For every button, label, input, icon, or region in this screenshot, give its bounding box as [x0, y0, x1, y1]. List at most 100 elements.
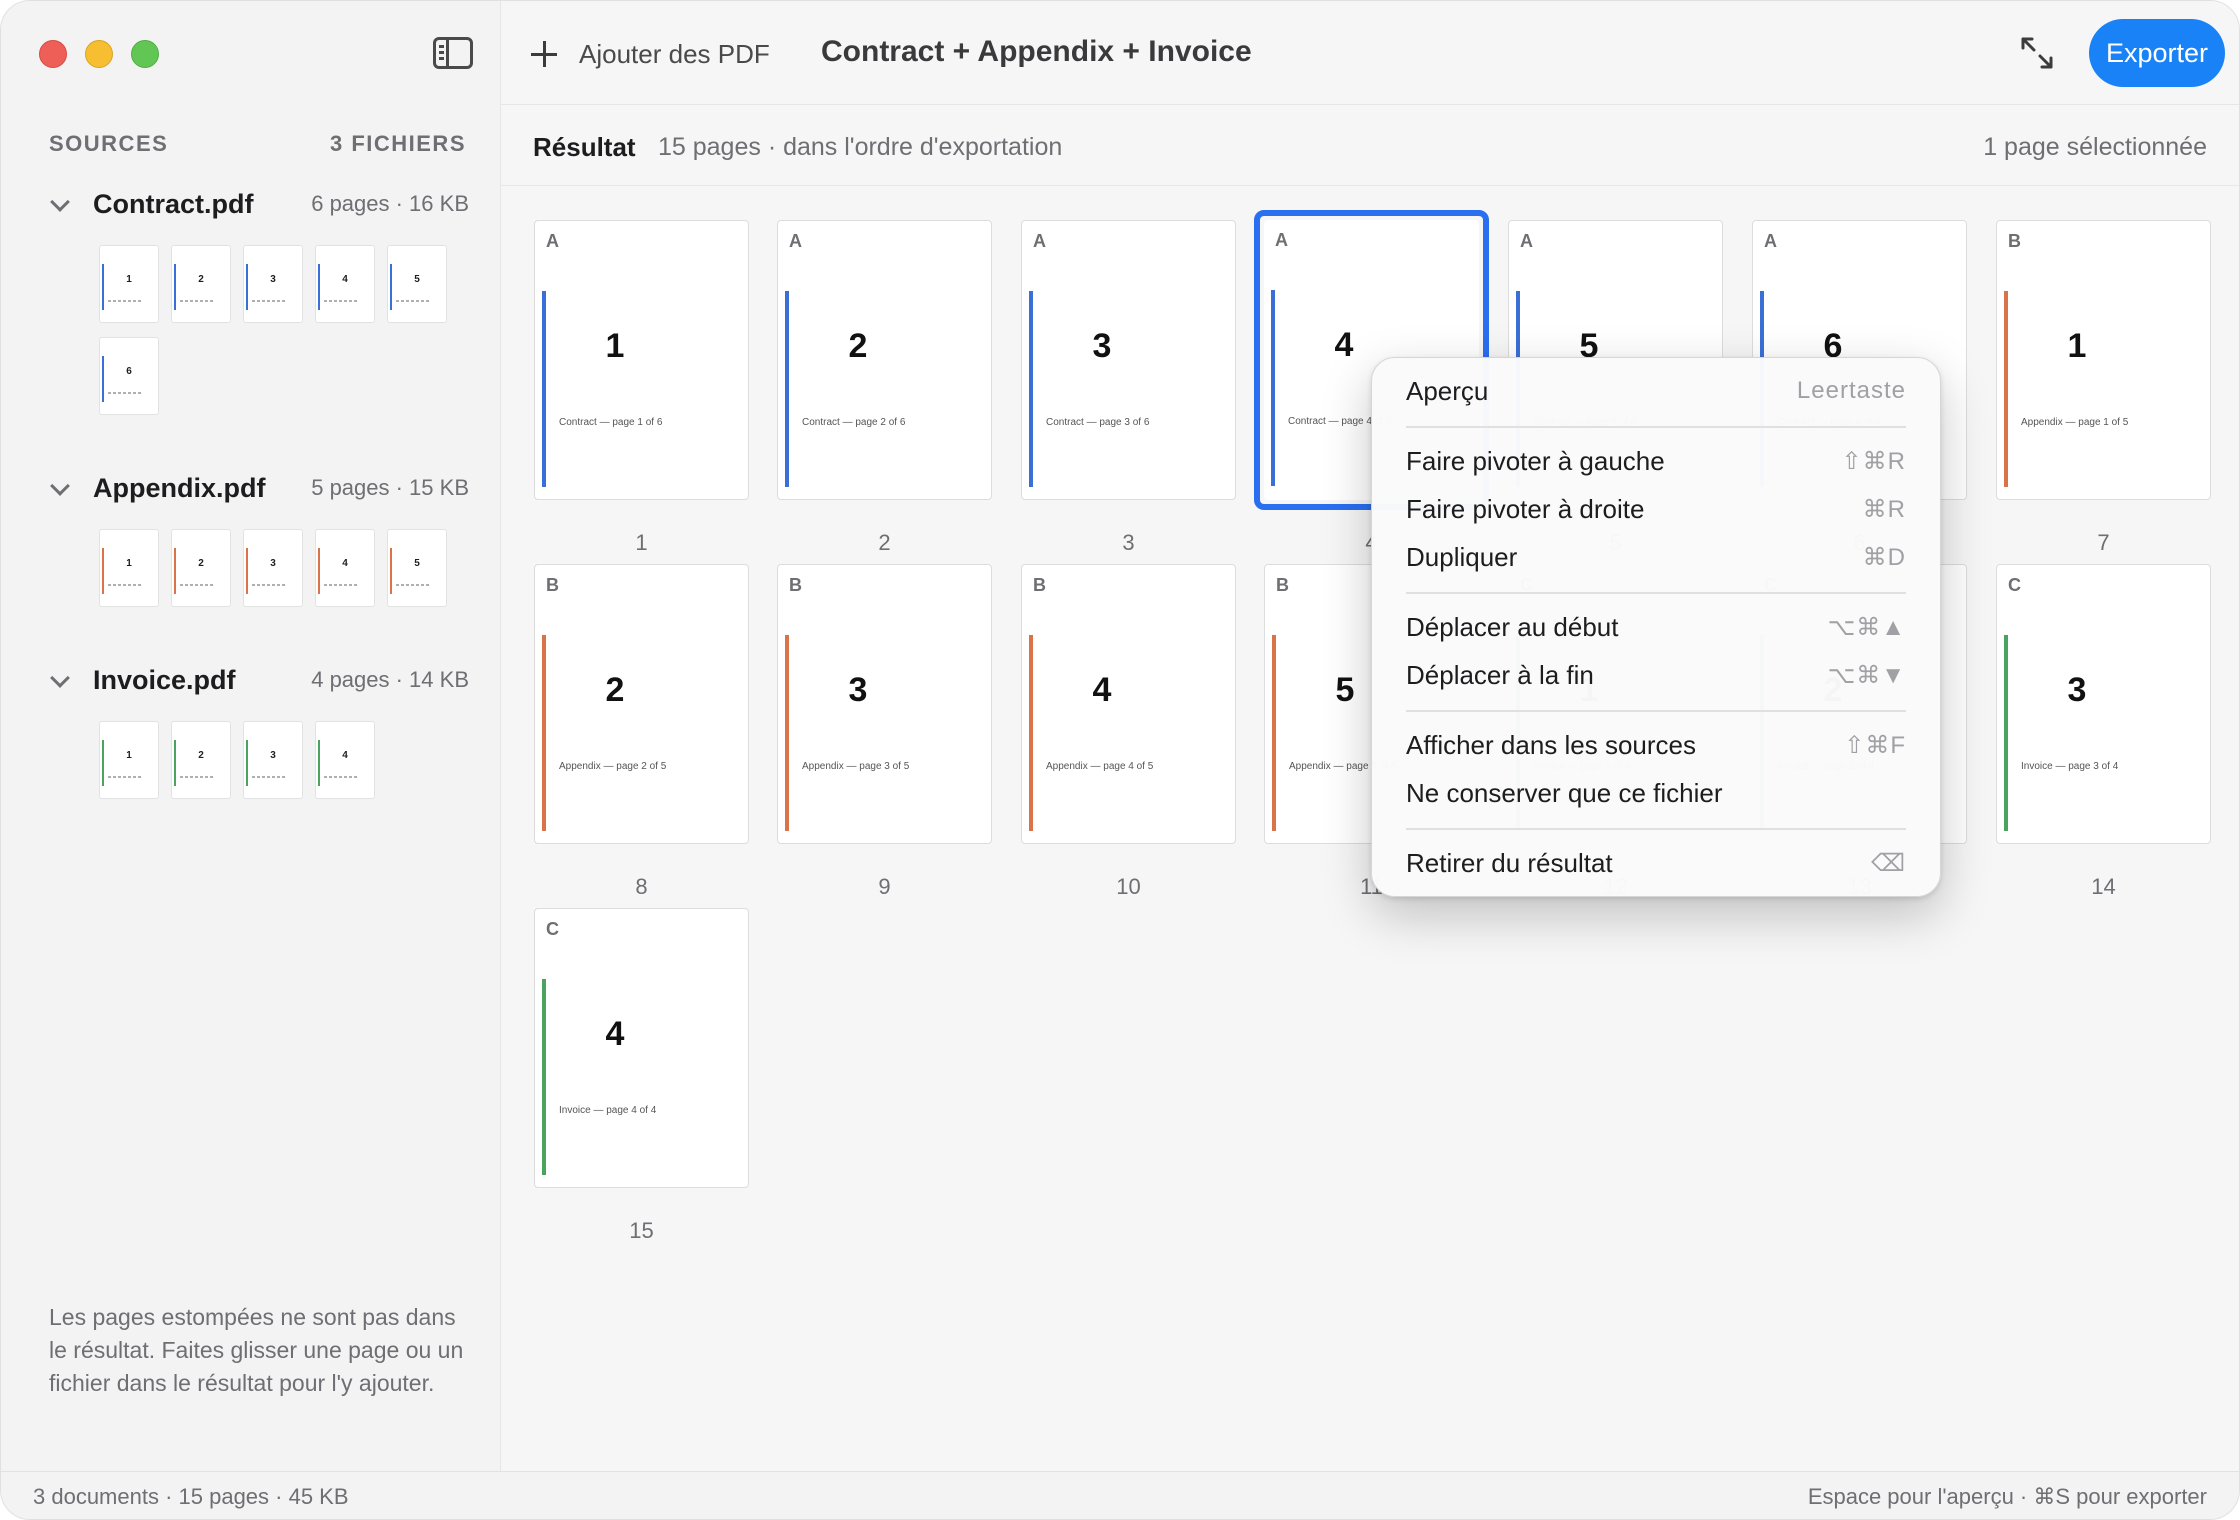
page-order-number: 14: [2091, 874, 2116, 899]
menu-item-label: Retirer du résultat: [1406, 848, 1613, 878]
thumbnail-page-number: 1: [126, 558, 132, 569]
result-page-thumbnail[interactable]: C 3 Invoice — page 3 of 4: [1996, 564, 2211, 844]
page-order-number: 9: [878, 874, 891, 899]
add-pdf-label: Ajouter des PDF: [579, 38, 770, 69]
menu-item-label: Déplacer à la fin: [1406, 660, 1594, 690]
source-page-thumbnail[interactable]: 1: [99, 721, 159, 799]
source-page-thumbnail[interactable]: 4: [315, 529, 375, 607]
source-page-thumbnail[interactable]: 3: [243, 529, 303, 607]
page-number-large: 4: [605, 1015, 625, 1053]
source-color-bar: [1271, 290, 1275, 486]
source-letter: B: [789, 575, 802, 595]
source-color-bar: [102, 264, 104, 310]
status-shortcuts-hint: Espace pour l'aperçu · ⌘S pour exporter: [1807, 1484, 2207, 1509]
source-page-thumbnail[interactable]: 5: [387, 245, 447, 323]
text-line: [324, 584, 358, 586]
thumbnail-page-number: 3: [270, 558, 276, 569]
text-line: [252, 776, 286, 778]
text-line: [180, 584, 214, 586]
result-page-thumbnail[interactable]: B 2 Appendix — page 2 of 5: [534, 564, 749, 844]
thumbnail-page-number: 5: [414, 274, 420, 285]
source-color-bar: [174, 740, 176, 786]
expand-icon[interactable]: [2019, 35, 2055, 71]
menu-item-label: Déplacer au début: [1406, 612, 1619, 642]
text-line: [252, 584, 286, 586]
source-page-thumbnail[interactable]: 4: [315, 245, 375, 323]
sidebar-toggle-icon[interactable]: [433, 37, 473, 69]
menu-separator: [1406, 592, 1906, 594]
source-color-bar: [174, 264, 176, 310]
source-color-bar: [785, 635, 789, 831]
menu-item-keep-only-file[interactable]: Ne conserver que ce fichier: [1406, 774, 1906, 814]
page-caption: Appendix — page 1 of 5: [2021, 417, 2129, 428]
source-color-bar: [542, 291, 546, 487]
source-color-bar: [102, 356, 104, 402]
chevron-down-icon[interactable]: [50, 668, 70, 688]
source-page-thumbnail[interactable]: 2: [171, 721, 231, 799]
result-page-thumbnail[interactable]: A 3 Contract — page 3 of 6: [1021, 220, 1236, 500]
thumbnail-page-number: 4: [342, 558, 348, 569]
source-letter: A: [1520, 231, 1533, 251]
chevron-down-icon[interactable]: [50, 192, 70, 212]
menu-item-rotate-left[interactable]: Faire pivoter à gauche ⇧⌘R: [1406, 442, 1906, 482]
menu-item-preview[interactable]: Aperçu Leertaste: [1406, 372, 1906, 412]
add-pdf-button[interactable]: Ajouter des PDF: [531, 35, 770, 73]
result-page-thumbnail[interactable]: A 1 Contract — page 1 of 6: [534, 220, 749, 500]
source-file-appendix[interactable]: Appendix.pdf 5 pages · 15 KB 1 2 3 4 5: [49, 471, 469, 607]
source-page-thumbnail[interactable]: 3: [243, 245, 303, 323]
source-letter: C: [2008, 575, 2021, 595]
text-line: [108, 392, 142, 394]
source-color-bar: [246, 548, 248, 594]
source-page-thumbnail[interactable]: 4: [315, 721, 375, 799]
menu-item-shortcut: ⇧⌘F: [1844, 732, 1906, 759]
source-letter: A: [1033, 231, 1046, 251]
close-window-button[interactable]: [39, 40, 67, 68]
result-subtitle: 15 pages · dans l'ordre d'exportation: [658, 133, 1063, 161]
page-order-number: 8: [635, 874, 648, 899]
source-letter: B: [2008, 231, 2021, 251]
result-page-thumbnail[interactable]: A 2 Contract — page 2 of 6: [777, 220, 992, 500]
menu-item-shortcut: ⌘D: [1862, 544, 1906, 571]
menu-item-label: Faire pivoter à gauche: [1406, 446, 1665, 476]
menu-item-move-start[interactable]: Déplacer au début ⌥⌘▲: [1406, 608, 1906, 648]
source-page-thumbnail[interactable]: 2: [171, 529, 231, 607]
menu-item-shortcut: Leertaste: [1796, 377, 1906, 404]
zoom-window-button[interactable]: [131, 40, 159, 68]
text-line: [324, 300, 358, 302]
minimize-window-button[interactable]: [85, 40, 113, 68]
export-button[interactable]: Exporter: [2089, 19, 2225, 87]
menu-item-move-end[interactable]: Déplacer à la fin ⌥⌘▼: [1406, 656, 1906, 696]
menu-item-label: Afficher dans les sources: [1406, 730, 1696, 760]
text-line: [180, 300, 214, 302]
menu-item-shortcut: ⌥⌘▼: [1827, 662, 1906, 689]
status-bar: 3 documents · 15 pages · 45 KB Espace po…: [1, 1471, 2239, 1519]
source-file-contract[interactable]: Contract.pdf 6 pages · 16 KB 1 2 3 4 5 6: [49, 187, 469, 415]
source-page-thumbnail[interactable]: 1: [99, 245, 159, 323]
menu-item-show-in-sources[interactable]: Afficher dans les sources ⇧⌘F: [1406, 726, 1906, 766]
file-meta: 5 pages · 15 KB: [311, 475, 469, 500]
menu-separator: [1406, 710, 1906, 712]
source-color-bar: [2004, 291, 2008, 487]
menu-separator: [1406, 828, 1906, 830]
menu-item-remove[interactable]: Retirer du résultat ⌫: [1406, 844, 1906, 884]
result-page-thumbnail[interactable]: B 4 Appendix — page 4 of 5: [1021, 564, 1236, 844]
menu-item-label: Faire pivoter à droite: [1406, 494, 1645, 524]
menu-item-rotate-right[interactable]: Faire pivoter à droite ⌘R: [1406, 490, 1906, 530]
source-color-bar: [318, 264, 320, 310]
result-page-thumbnail[interactable]: C 4 Invoice — page 4 of 4: [534, 908, 749, 1188]
source-page-thumbnail[interactable]: 3: [243, 721, 303, 799]
file-name: Appendix.pdf: [93, 473, 266, 503]
source-page-thumbnail[interactable]: 6: [99, 337, 159, 415]
source-color-bar: [102, 740, 104, 786]
source-page-thumbnail[interactable]: 1: [99, 529, 159, 607]
source-page-thumbnail[interactable]: 5: [387, 529, 447, 607]
source-file-invoice[interactable]: Invoice.pdf 4 pages · 14 KB 1 2 3 4: [49, 663, 469, 799]
text-line: [108, 776, 142, 778]
chevron-down-icon[interactable]: [50, 476, 70, 496]
menu-separator: [1406, 426, 1906, 428]
source-page-thumbnail[interactable]: 2: [171, 245, 231, 323]
result-page-thumbnail[interactable]: B 1 Appendix — page 1 of 5: [1996, 220, 2211, 500]
result-page-thumbnail[interactable]: B 3 Appendix — page 3 of 5: [777, 564, 992, 844]
toolbar: Ajouter des PDF Contract + Appendix + In…: [501, 1, 2239, 105]
menu-item-duplicate[interactable]: Dupliquer ⌘D: [1406, 538, 1906, 578]
